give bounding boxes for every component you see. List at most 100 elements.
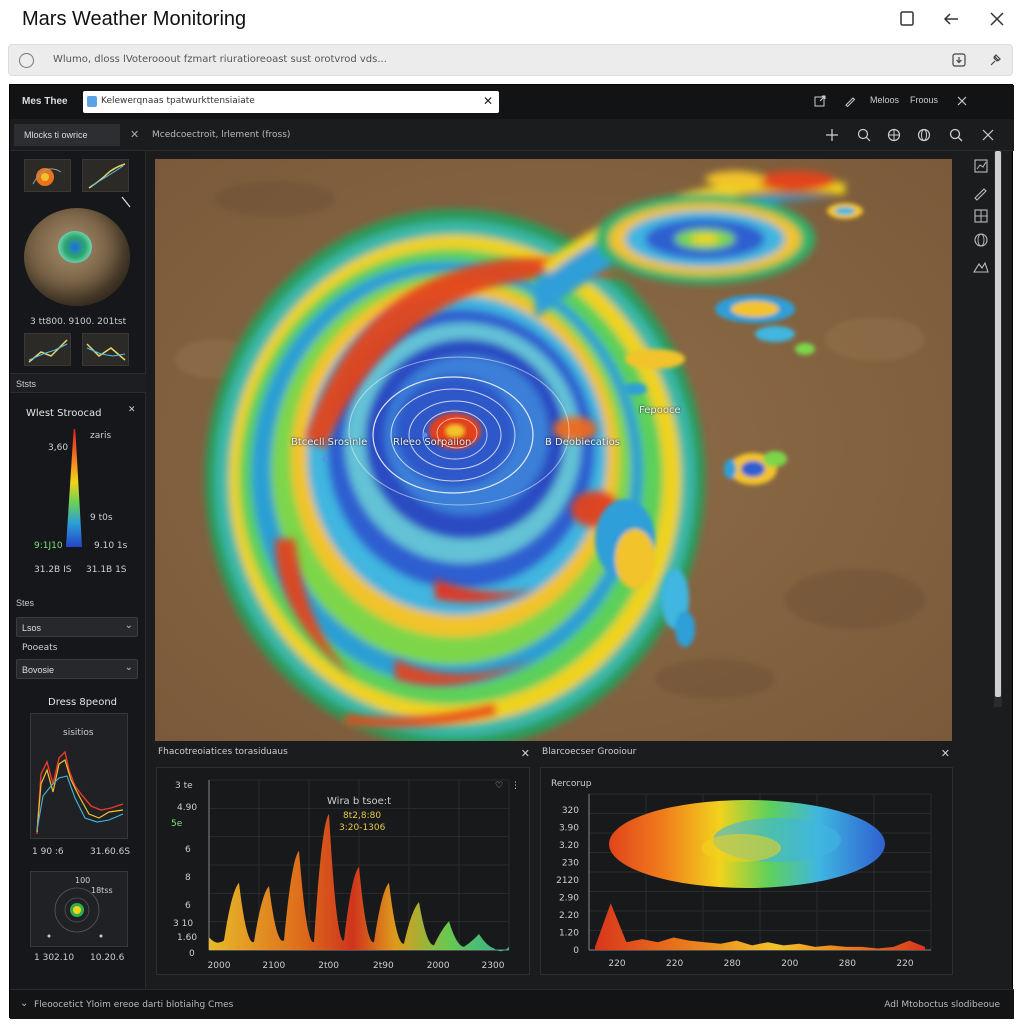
bottom-left-header: Fhacotreoiatices torasiduaus ✕ <box>158 747 534 765</box>
map-label-right[interactable]: B Deobiecatios <box>545 437 620 448</box>
close-panel-icon[interactable]: ✕ <box>521 747 530 760</box>
tools-icon[interactable] <box>980 127 996 143</box>
chart2-corner-label: Rercorup <box>551 779 592 789</box>
spec-bottom-left: 31.2B IS <box>34 565 72 575</box>
menu-meloos[interactable]: Meloos <box>870 95 899 105</box>
thumbnail-track[interactable] <box>82 159 129 192</box>
chart2-y-tick: 2.90 <box>559 894 579 904</box>
site-select-1[interactable]: Lsos ⌄ <box>16 617 138 637</box>
globe-tool-icon[interactable] <box>916 127 932 143</box>
zoom-icon[interactable] <box>856 127 872 143</box>
mini-chart-panel[interactable]: sisitios <box>30 713 128 839</box>
mini-chart-right: 31.60.6S <box>90 847 131 857</box>
chart1-y-label7: 1.60 <box>177 933 197 943</box>
radar-sub: 18tss <box>91 886 113 895</box>
chart-tool-icon[interactable] <box>972 157 990 175</box>
chart1-y-label3: 6 <box>185 845 191 855</box>
planet-globe[interactable] <box>24 208 130 306</box>
layers-icon[interactable] <box>886 127 902 143</box>
map-label-left[interactable]: Btcecll Srosinle <box>291 437 367 448</box>
sites-label: Pooeats <box>22 643 58 653</box>
pressure-oval-center <box>701 834 781 862</box>
radar-left: 1 302.10 <box>34 953 75 963</box>
chart2-y-tick: 3.20 <box>559 841 579 851</box>
chart1-x-tick: 2000 <box>427 961 450 971</box>
close-panel-2-icon[interactable]: ✕ <box>941 747 950 760</box>
mini-chart-left: 1 90 :6 <box>32 847 64 857</box>
chart2-x-tick: 220 <box>896 959 913 969</box>
section-stats[interactable]: Ststs <box>10 373 146 393</box>
chart1-y-label5: 6 <box>185 901 191 911</box>
bottom-right-header: Blarcoecser Grooiour ✕ <box>542 747 954 765</box>
clear-search-icon[interactable]: ✕ <box>483 94 493 108</box>
section-sites[interactable]: Stes <box>10 593 146 613</box>
chart1-y-label6: 3 10 <box>173 919 193 929</box>
close-app-icon[interactable] <box>956 95 968 109</box>
square-icon[interactable] <box>896 8 918 30</box>
thumbnail-storm[interactable] <box>24 159 71 192</box>
window-title: Mars Weather Monitoring <box>22 8 247 30</box>
mini-chart-title: sisitios <box>63 728 94 738</box>
address-bar[interactable]: Wlumo, dloss lVoterooout fzmart riuratio… <box>8 44 1013 76</box>
thumbnail-graph-2[interactable] <box>82 333 129 366</box>
thumbnail-graph-1[interactable] <box>24 333 71 366</box>
site-select-2[interactable]: Bovosie ⌄ <box>16 659 138 679</box>
chart2-y-tick: 2120 <box>556 876 579 886</box>
spec-top-right: zaris <box>90 431 112 441</box>
scrollbar-thumb[interactable] <box>995 151 1001 697</box>
map-label-far-right[interactable]: Fepooce <box>639 405 681 416</box>
left-sidebar: 3 tt800. 9100. 201tst Ststs Wlest Strooc… <box>10 151 146 989</box>
globe-view-icon[interactable] <box>972 231 990 249</box>
close-wind-icon[interactable]: ✕ <box>128 405 136 415</box>
search-icon[interactable] <box>948 127 964 143</box>
map-scrollbar[interactable] <box>994 151 1002 707</box>
status-right: Adl Mtoboctus slodibeoue <box>884 1000 1000 1010</box>
storm-map[interactable]: Btcecll Srosinle Rleeo Sorpaiion B Deobi… <box>155 159 952 741</box>
chart1-more-icon[interactable]: ⋮ <box>511 781 520 791</box>
map-label-center[interactable]: Rleeo Sorpaiion <box>393 437 471 448</box>
pressure-chart-panel[interactable]: Rercorup 320 3.90 3.20 230 2120 2.90 2.20 1.20 0… <box>540 767 953 975</box>
crosshair-icon[interactable] <box>824 127 840 143</box>
chart2-y-tick: 2.20 <box>559 911 579 921</box>
grid-tool-icon[interactable] <box>972 207 990 225</box>
wind-chart-panel[interactable]: Wira b tsoe:t 8t2,8:80 3:20-1306 3 te 4.… <box>156 767 530 975</box>
app-brand: Mes Thee <box>22 96 68 107</box>
site-select-1-value: Lsos <box>22 623 42 633</box>
chart1-y-top: 3 te <box>175 781 193 791</box>
draw-tool-icon[interactable] <box>972 183 990 201</box>
chart1-heart-icon[interactable]: ♡ <box>495 781 503 791</box>
chart1-y-label2: 4.90 <box>177 803 197 813</box>
layer-label: Mcedcoectroit, lrlement (fross) <box>152 130 291 140</box>
chart1-y-zero: 0 <box>189 949 195 959</box>
menu-froous[interactable]: Froous <box>910 95 938 105</box>
terrain-tool-icon[interactable] <box>972 257 990 275</box>
chart2-y-tick: 3.90 <box>559 824 579 834</box>
arrow-left-icon[interactable] <box>940 8 962 30</box>
chevron-down-icon: ⌄ <box>124 662 133 673</box>
radar-top: 100 <box>75 876 91 885</box>
window-titlebar: Mars Weather Monitoring <box>0 0 1024 40</box>
pin-icon[interactable] <box>987 52 1003 68</box>
wind-spectrum-bar <box>66 429 82 547</box>
close-icon[interactable] <box>986 8 1008 30</box>
chart2-x-tick: 220 <box>666 959 683 969</box>
status-bar: ⌄ Fleoocetict Yloim ereoe darti blotiaih… <box>10 989 1014 1019</box>
radar-panel[interactable]: 100 18tss <box>30 871 128 947</box>
dress-label: Dress 8peond <box>48 697 118 708</box>
radar-right: 10.20.6 <box>90 953 125 963</box>
chart1-x-tick: 2t00 <box>318 961 339 971</box>
close-tab-icon[interactable]: ✕ <box>130 128 139 141</box>
download-icon[interactable] <box>951 52 967 68</box>
chart1-title: Wira b tsoe:t <box>327 796 391 807</box>
spec-right: 9.10 1s <box>94 541 128 551</box>
edit-icon[interactable] <box>844 95 856 109</box>
storm-map-canvas <box>155 159 952 741</box>
site-select-2-value: Bovosie <box>22 665 55 675</box>
globe-icon <box>19 53 34 68</box>
chart2-x-tick: 220 <box>608 959 625 969</box>
chevron-down-icon[interactable]: ⌄ <box>20 998 28 1009</box>
search-input[interactable]: Kelewerqnaas tpatwurkttensiaiate ✕ <box>83 91 499 113</box>
export-icon[interactable] <box>814 95 826 109</box>
chart1-y-green: 5e <box>171 819 183 829</box>
tab-mlocks[interactable]: Mlocks ti owrice <box>14 124 120 146</box>
